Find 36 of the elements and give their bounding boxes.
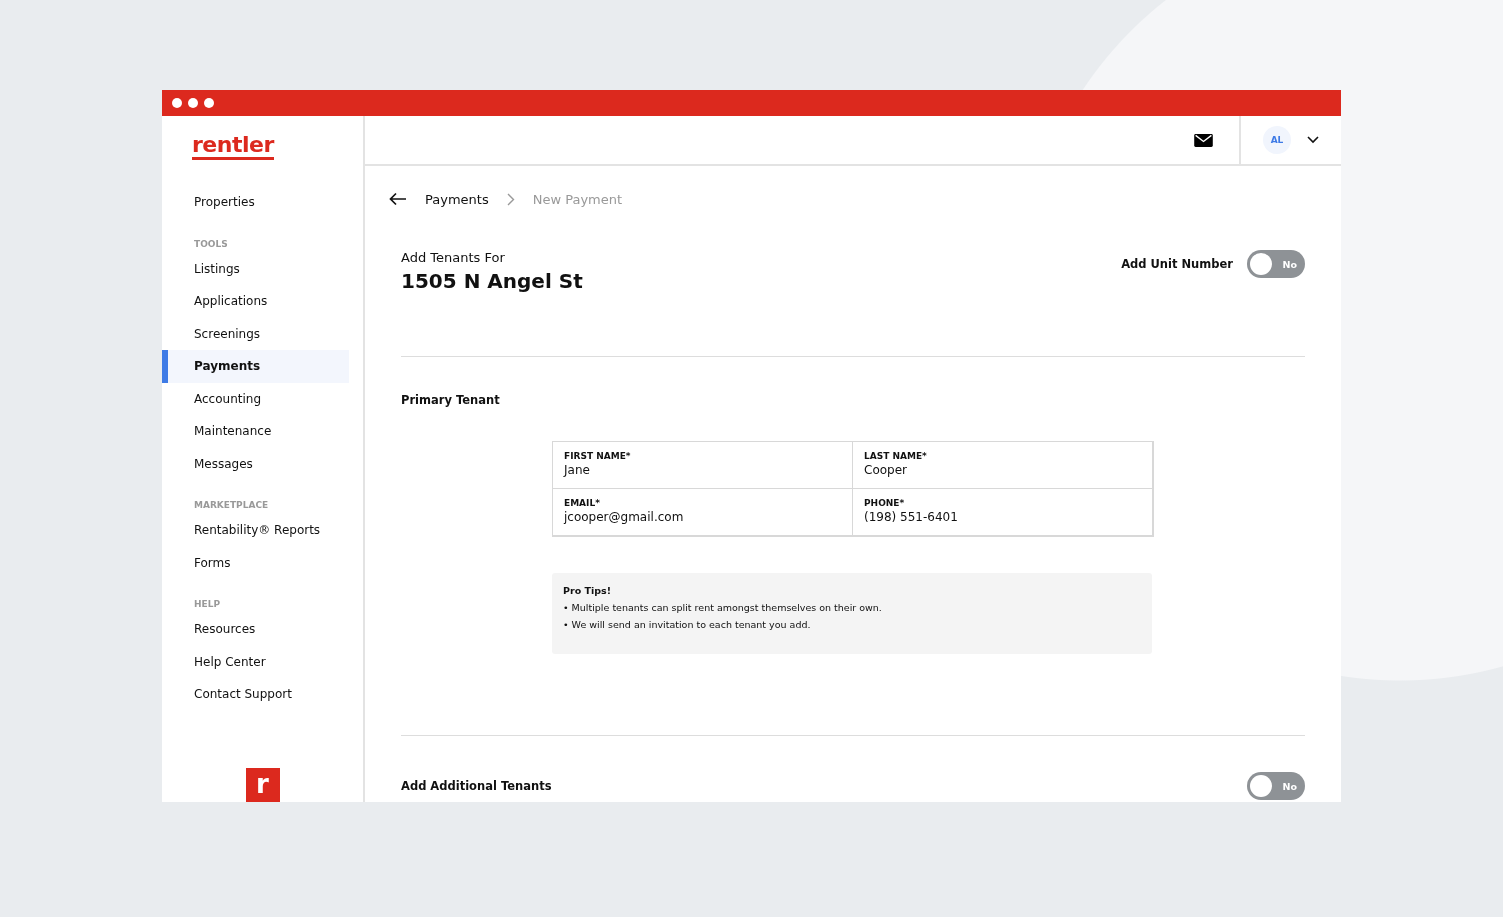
page-subtitle: Add Tenants For xyxy=(401,250,506,265)
section-heading: TOOLS xyxy=(193,238,229,249)
sidebar-item[interactable]: Resources xyxy=(162,613,349,646)
tips-title: Pro Tips! xyxy=(563,585,612,596)
section-title: Add Additional Tenants xyxy=(401,779,552,793)
sidebar-item[interactable]: Contact Support xyxy=(162,678,349,711)
toggle-label: Add Unit Number xyxy=(1121,257,1233,271)
page-title: 1505 N Angel St xyxy=(401,269,583,293)
sidebar-item[interactable]: Rentability® Reports xyxy=(162,514,349,547)
section-heading: HELP xyxy=(193,599,221,609)
sidebar-item[interactable]: Maintenance xyxy=(162,415,349,448)
sidebar-item[interactable]: Help Center xyxy=(162,645,349,678)
sidebar-item[interactable]: Accounting xyxy=(162,382,349,415)
chevron-right-icon xyxy=(506,192,515,206)
sidebar-item[interactable]: Listings xyxy=(162,252,349,285)
window-dot xyxy=(188,98,198,108)
chevron-down-icon[interactable] xyxy=(1307,136,1319,144)
input-field[interactable]: PHONE* (198) 551-6401 xyxy=(852,488,1153,536)
back-arrow-icon[interactable] xyxy=(389,192,407,206)
user-avatar[interactable]: AL xyxy=(1263,126,1291,154)
tip-text: • Multiple tenants can split rent amongst themselves on their own. xyxy=(563,601,883,615)
sidebar-item[interactable]: Properties xyxy=(162,186,349,219)
section-title: Primary Tenant xyxy=(401,393,501,407)
logo-mark: r xyxy=(245,768,280,802)
window-dot xyxy=(172,98,182,108)
sidebar-item[interactable]: Applications xyxy=(162,285,349,318)
window-dot xyxy=(204,98,214,108)
sidebar-item[interactable]: Forms xyxy=(162,546,349,579)
section-heading: MARKETPLACE xyxy=(193,500,270,510)
logo[interactable]: rentler xyxy=(192,134,274,160)
breadcrumb-link[interactable]: Payments xyxy=(425,191,489,207)
sidebar-item[interactable]: Payments xyxy=(162,350,349,383)
mail-icon[interactable] xyxy=(1194,133,1213,147)
sidebar-item[interactable]: Messages xyxy=(162,447,349,480)
sidebar-item[interactable]: Screenings xyxy=(162,317,349,350)
tip-text: • We will send an invitation to each tenant you add. xyxy=(563,618,812,632)
